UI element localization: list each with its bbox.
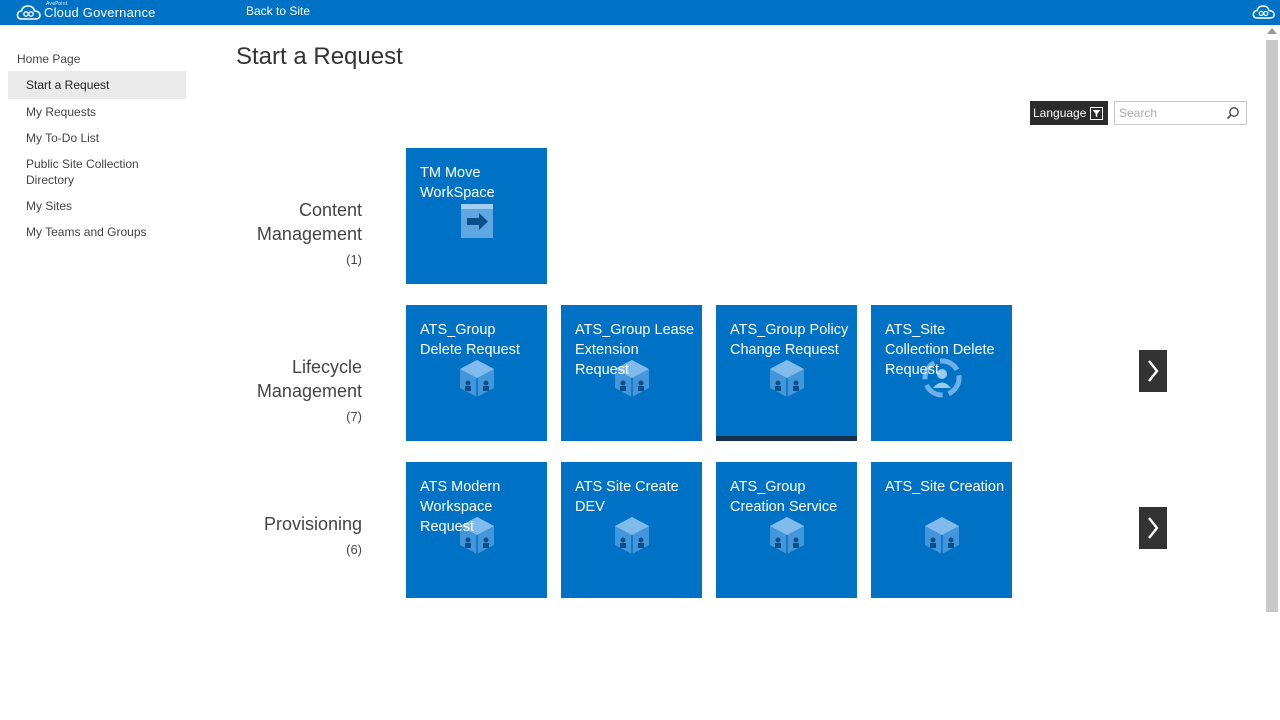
tile-ats-group-delete-request[interactable]: ATS_Group Delete Request	[406, 305, 547, 441]
page-title: Start a Request	[236, 43, 403, 70]
category-provisioning: Provisioning (6)	[212, 488, 362, 558]
nav-start-a-request[interactable]: Start a Request	[8, 71, 186, 99]
tile-tm-move-workspace[interactable]: TM Move WorkSpace	[406, 148, 547, 284]
cube-icon	[615, 517, 649, 554]
category-name-line1: Content	[298, 200, 362, 220]
tile-title: ATS Site Create DEV	[575, 479, 679, 515]
cube-icon	[925, 517, 959, 554]
tile-title: ATS_Group Policy Change Request	[730, 322, 849, 358]
language-label: Language	[1033, 106, 1087, 120]
cube-icon	[460, 360, 494, 397]
search-input[interactable]	[1119, 102, 1219, 124]
category-content-management: Content Management (1)	[212, 198, 362, 268]
cloud-logo-icon	[16, 4, 41, 20]
brand-logo[interactable]: AvePoint Cloud Governance	[16, 1, 156, 23]
provisioning-next-arrow[interactable]	[1139, 507, 1167, 549]
tile-title: ATS_Group Lease Extension Request	[575, 322, 695, 378]
back-to-site-link[interactable]: Back to Site	[246, 4, 310, 18]
tile-title: ATS Modern Workspace Request	[420, 479, 501, 535]
tile-ats-group-lease-extension-request[interactable]: ATS_Group Lease Extension Request	[561, 305, 702, 441]
search-box	[1114, 101, 1247, 125]
tile-ats-modern-workspace-request[interactable]: ATS Modern Workspace Request	[406, 462, 547, 598]
tile-title: ATS_Group Delete Request	[420, 322, 520, 358]
brand-name: Cloud Governance	[44, 5, 156, 20]
tile-title: ATS_Site Creation	[885, 479, 1005, 495]
language-filter-button[interactable]: Language	[1030, 101, 1108, 125]
category-name-line2: Management	[256, 224, 362, 244]
filter-icon	[1090, 106, 1104, 120]
category-count: (6)	[346, 542, 362, 557]
move-arrow-icon	[461, 204, 493, 238]
nav-public-site-collection-directory[interactable]: Public Site Collection Directory	[8, 156, 168, 188]
tile-ats-site-creation[interactable]: ATS_Site Creation	[871, 462, 1012, 598]
category-name-line2: Management	[256, 381, 362, 401]
nav-home-page[interactable]: Home Page	[8, 51, 80, 67]
category-count: (7)	[346, 409, 362, 424]
tile-ats-site-create-dev[interactable]: ATS Site Create DEV	[561, 462, 702, 598]
tile-title: ATS_Group Creation Service	[730, 479, 838, 515]
tile-ats-group-policy-change-request[interactable]: ATS_Group Policy Change Request	[716, 305, 857, 441]
category-name-line2: Provisioning	[263, 514, 362, 534]
tile-ats-site-collection-delete-request[interactable]: ATS_Site Collection Delete Request	[871, 305, 1012, 441]
cloud-app-icon[interactable]	[1252, 3, 1276, 22]
brand-small-text: AvePoint	[46, 1, 68, 7]
nav-my-teams-and-groups[interactable]: My Teams and Groups	[8, 224, 147, 240]
lifecycle-next-arrow[interactable]	[1139, 350, 1167, 392]
category-count: (1)	[346, 252, 362, 267]
nav-my-sites[interactable]: My Sites	[8, 198, 72, 214]
search-icon[interactable]	[1226, 106, 1240, 120]
scrollbar-thumb[interactable]	[1266, 40, 1278, 612]
tile-ats-group-creation-service[interactable]: ATS_Group Creation Service	[716, 462, 857, 598]
tile-title: TM Move WorkSpace	[420, 165, 495, 201]
tile-title: ATS_Site Collection Delete Request	[885, 322, 995, 378]
cube-icon	[770, 517, 804, 554]
nav-my-to-do-list[interactable]: My To-Do List	[8, 130, 99, 146]
nav-my-requests[interactable]: My Requests	[8, 104, 96, 120]
cube-icon	[770, 360, 804, 397]
category-lifecycle-management: Lifecycle Management (7)	[212, 355, 362, 425]
top-bar: AvePoint Cloud Governance Back to Site	[0, 0, 1280, 25]
chevron-right-icon	[1148, 360, 1159, 382]
category-name-line1: Lifecycle	[291, 357, 362, 377]
chevron-right-icon	[1148, 517, 1159, 539]
scroll-up-arrow-icon[interactable]	[1267, 28, 1277, 34]
